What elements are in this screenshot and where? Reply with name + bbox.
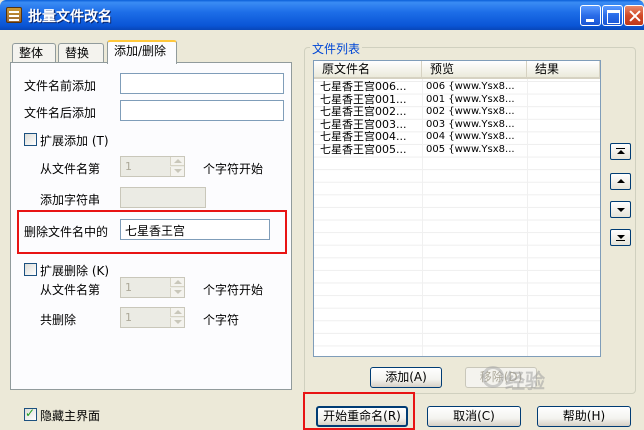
cell-preview: 006 {www.Ysx8... xyxy=(426,81,515,92)
extend-add-label[interactable]: 扩展添加 (T) xyxy=(40,132,109,149)
extend-delete-label[interactable]: 扩展删除 (K) xyxy=(40,262,109,279)
move-down-icon[interactable] xyxy=(610,201,631,218)
list-item[interactable]: 七星香王宫006... 006 {www.Ysx8... xyxy=(314,81,600,94)
cell-preview: 003 {www.Ysx8... xyxy=(426,118,515,130)
tab-replace[interactable]: 替换 xyxy=(58,43,104,63)
suffix-input[interactable] xyxy=(120,100,284,121)
char-start-label: 个字符开始 xyxy=(203,162,264,176)
cell-original: 七星香王宫006... xyxy=(320,81,407,93)
del-total-stepper[interactable]: 1 xyxy=(120,307,185,328)
hide-main-checkbox[interactable] xyxy=(24,406,37,421)
del-from-value: 1 xyxy=(125,281,132,294)
column-header-result[interactable]: 结果 xyxy=(527,61,600,77)
maximize-button[interactable] xyxy=(602,5,623,26)
from-pos-stepper[interactable]: 1 xyxy=(120,156,185,177)
close-button[interactable] xyxy=(624,5,644,26)
file-list-title: 文件列表 xyxy=(310,40,363,57)
move-top-icon[interactable] xyxy=(610,143,631,160)
list-item[interactable]: 七星香王宫004... 004 {www.Ysx8... xyxy=(314,131,600,144)
cell-preview: 005 {www.Ysx8... xyxy=(426,143,515,155)
cell-preview: 004 {www.Ysx8... xyxy=(426,131,515,143)
del-total-value: 1 xyxy=(125,311,132,324)
from-pos-value: 1 xyxy=(125,160,132,173)
list-item[interactable]: 七星香王宫005... 005 {www.Ysx8... xyxy=(314,144,600,157)
start-rename-button[interactable]: 开始重命名(R) xyxy=(316,406,408,427)
move-bottom-icon[interactable] xyxy=(610,229,631,246)
suffix-label: 文件名后添加 xyxy=(24,106,97,120)
add-file-button[interactable]: 添加(A) xyxy=(370,367,442,388)
cell-original: 七星香王宫001... xyxy=(320,93,407,106)
del-total-label: 共删除 xyxy=(40,313,77,327)
del-char-start-label: 个字符开始 xyxy=(203,283,264,297)
tab-overall[interactable]: 整体 xyxy=(12,43,56,63)
column-header-preview[interactable]: 预览 xyxy=(422,61,527,77)
spin-down-icon[interactable] xyxy=(170,167,184,176)
extend-delete-checkbox[interactable] xyxy=(24,263,37,276)
file-list-view[interactable]: 原文件名 预览 结果 七星香王宫006... 006 {www.Ysx8... … xyxy=(313,60,601,357)
spin-down-icon[interactable] xyxy=(170,318,184,327)
hide-main-label[interactable]: 隐藏主界面 xyxy=(40,407,100,424)
del-from-label: 从文件名第 xyxy=(40,283,101,297)
move-up-icon[interactable] xyxy=(610,173,631,190)
spin-down-icon[interactable] xyxy=(170,288,184,297)
spin-up-icon[interactable] xyxy=(170,278,184,287)
tab-add-remove[interactable]: 添加/删除 xyxy=(107,40,177,64)
spin-up-icon[interactable] xyxy=(170,157,184,166)
cell-preview: 001 {www.Ysx8... xyxy=(426,93,515,105)
cell-original: 七星香王宫004... xyxy=(320,131,407,144)
prefix-input[interactable] xyxy=(120,73,284,94)
cell-preview: 002 {www.Ysx8... xyxy=(426,106,515,118)
spin-up-icon[interactable] xyxy=(170,308,184,317)
minimize-button[interactable] xyxy=(580,5,601,26)
del-from-stepper[interactable]: 1 xyxy=(120,277,185,298)
list-item[interactable]: 七星香王宫002... 002 {www.Ysx8... xyxy=(314,106,600,119)
rename-dialog: 批量文件改名 整体 替换 添加/删除 文件名前添加 文件名后添加 扩展添加 (T… xyxy=(0,0,644,430)
del-char-label: 个字符 xyxy=(203,313,240,327)
extend-add-checkbox[interactable] xyxy=(24,133,37,146)
list-item[interactable]: 七星香王宫001... 001 {www.Ysx8... xyxy=(314,94,600,107)
cell-original: 七星香王宫003... xyxy=(320,118,407,131)
add-string-label: 添加字符串 xyxy=(40,193,101,207)
cancel-button[interactable]: 取消(C) xyxy=(427,406,521,427)
cell-original: 七星香王宫002... xyxy=(320,106,407,119)
prefix-label: 文件名前添加 xyxy=(24,79,97,93)
cell-original: 七星香王宫005... xyxy=(320,143,407,156)
list-header: 原文件名 预览 结果 xyxy=(314,61,600,79)
list-item[interactable]: 七星香王宫003... 003 {www.Ysx8... xyxy=(314,119,600,132)
watermark-paw-icon xyxy=(482,366,504,388)
delete-label: 删除文件名中的 xyxy=(24,225,109,239)
from-pos-label: 从文件名第 xyxy=(40,162,101,176)
help-button[interactable]: 帮助(H) xyxy=(537,406,631,427)
list-rows: 七星香王宫006... 006 {www.Ysx8... 七星香王宫001...… xyxy=(314,81,600,157)
watermark: 经验 xyxy=(505,369,545,393)
window-title: 批量文件改名 xyxy=(28,9,112,25)
app-icon xyxy=(6,7,22,23)
column-header-original[interactable]: 原文件名 xyxy=(314,61,422,77)
delete-input[interactable]: 七星香王宫 xyxy=(120,219,270,240)
add-string-input[interactable] xyxy=(120,187,206,208)
title-bar[interactable]: 批量文件改名 xyxy=(0,0,644,30)
